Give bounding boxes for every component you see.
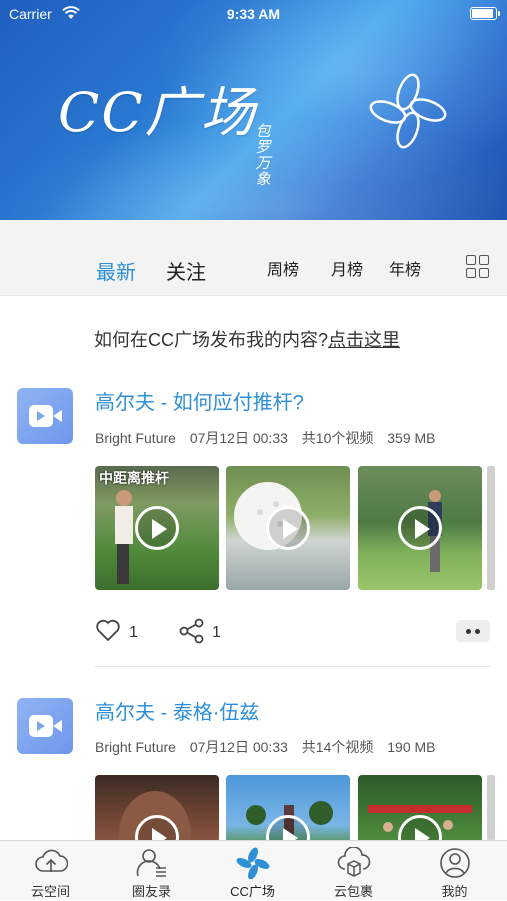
like-button[interactable] bbox=[95, 618, 121, 647]
play-icon[interactable] bbox=[266, 506, 310, 550]
publish-help-text: 如何在CC广场发布我的内容? bbox=[94, 330, 329, 350]
heart-icon bbox=[96, 619, 120, 642]
nav-label: 云空间 bbox=[30, 884, 70, 899]
bottom-nav: 云空间 圈友录 CC广场 云包裹 我的 bbox=[0, 840, 507, 900]
nav-label: CC广场 bbox=[230, 884, 275, 899]
thumbnail-caption: 中距离推杆 bbox=[99, 470, 169, 486]
thumbnail-strip[interactable]: 中距离推杆 bbox=[95, 466, 495, 590]
nav-label: 云包裹 bbox=[333, 884, 373, 899]
publish-help-link[interactable]: 点击这里 bbox=[328, 330, 400, 350]
video-thumbnail[interactable]: 中距离推杆 bbox=[95, 466, 219, 590]
cloud-upload-icon bbox=[35, 849, 68, 872]
banner: Carrier 9:33 AM CC广场 包罗万象 bbox=[0, 0, 507, 220]
more-options-button[interactable] bbox=[456, 620, 490, 642]
nav-label: 我的 bbox=[441, 884, 468, 899]
author[interactable]: Bright Future bbox=[95, 739, 176, 755]
pinwheel-logo-icon bbox=[368, 72, 448, 157]
cloud-box-icon bbox=[337, 847, 371, 877]
tab-latest[interactable]: 最新 bbox=[96, 256, 136, 285]
tab-monthly-rank[interactable]: 月榜 bbox=[331, 256, 363, 280]
video-thumbnail[interactable] bbox=[95, 775, 219, 840]
nav-cc-square[interactable]: CC广场 bbox=[202, 841, 303, 901]
post-date: 07月12日 00:33 bbox=[189, 739, 288, 755]
feed-item-title[interactable]: 高尔夫 - 如何应付推杆? bbox=[95, 386, 304, 415]
share-icon bbox=[179, 618, 204, 644]
thumbnail-scrollbar[interactable] bbox=[487, 466, 495, 590]
banner-slogan: 包罗万象 bbox=[255, 123, 271, 188]
total-size: 359 MB bbox=[387, 430, 436, 446]
feed-item-title[interactable]: 高尔夫 - 泰格·伍兹 bbox=[95, 696, 259, 725]
video-album-icon bbox=[17, 698, 73, 754]
video-thumbnail[interactable] bbox=[226, 775, 350, 840]
play-icon[interactable] bbox=[398, 506, 442, 550]
thumbnail-strip[interactable] bbox=[95, 775, 495, 840]
nav-cloud-package[interactable]: 云包裹 bbox=[303, 841, 404, 901]
share-button[interactable] bbox=[179, 618, 205, 649]
video-album-icon bbox=[17, 388, 73, 444]
like-count: 1 bbox=[129, 624, 138, 641]
feed-item-meta: Bright Future 07月12日 00:33 共14个视频 190 MB bbox=[95, 737, 446, 757]
share-count: 1 bbox=[212, 624, 221, 641]
banner-logo-text: CC广场 bbox=[58, 81, 257, 144]
user-icon bbox=[440, 848, 470, 878]
status-bar: Carrier 9:33 AM bbox=[0, 0, 507, 28]
nav-cloud-space[interactable]: 云空间 bbox=[0, 841, 101, 901]
tab-yearly-rank[interactable]: 年榜 bbox=[389, 256, 421, 280]
grid-view-icon[interactable] bbox=[466, 255, 490, 279]
video-thumbnail[interactable] bbox=[358, 775, 482, 840]
video-count: 共10个视频 bbox=[301, 430, 374, 446]
tab-follow[interactable]: 关注 bbox=[166, 256, 206, 285]
video-count: 共14个视频 bbox=[301, 739, 374, 755]
author[interactable]: Bright Future bbox=[95, 430, 176, 446]
video-thumbnail[interactable] bbox=[226, 466, 350, 590]
tab-weekly-rank[interactable]: 周榜 bbox=[267, 256, 299, 280]
total-size: 190 MB bbox=[387, 739, 436, 755]
feed-item-meta: Bright Future 07月12日 00:33 共10个视频 359 MB bbox=[95, 428, 446, 448]
nav-label: 圈友录 bbox=[131, 884, 171, 899]
contacts-icon bbox=[136, 849, 166, 877]
pinwheel-icon bbox=[236, 847, 270, 879]
post-date: 07月12日 00:33 bbox=[189, 430, 288, 446]
tab-bar: 最新 关注 周榜 月榜 年榜 bbox=[0, 220, 507, 296]
thumbnail-scrollbar[interactable] bbox=[487, 775, 495, 840]
nav-profile[interactable]: 我的 bbox=[404, 841, 505, 901]
divider bbox=[95, 666, 490, 667]
battery-icon bbox=[470, 7, 500, 20]
nav-contacts[interactable]: 圈友录 bbox=[101, 841, 202, 901]
play-icon[interactable] bbox=[135, 506, 179, 550]
clock: 9:33 AM bbox=[226, 6, 281, 22]
feed-item-actions: 1 1 bbox=[95, 618, 490, 646]
publish-help: 如何在CC广场发布我的内容?点击这里 bbox=[94, 326, 400, 352]
video-thumbnail[interactable] bbox=[358, 466, 482, 590]
